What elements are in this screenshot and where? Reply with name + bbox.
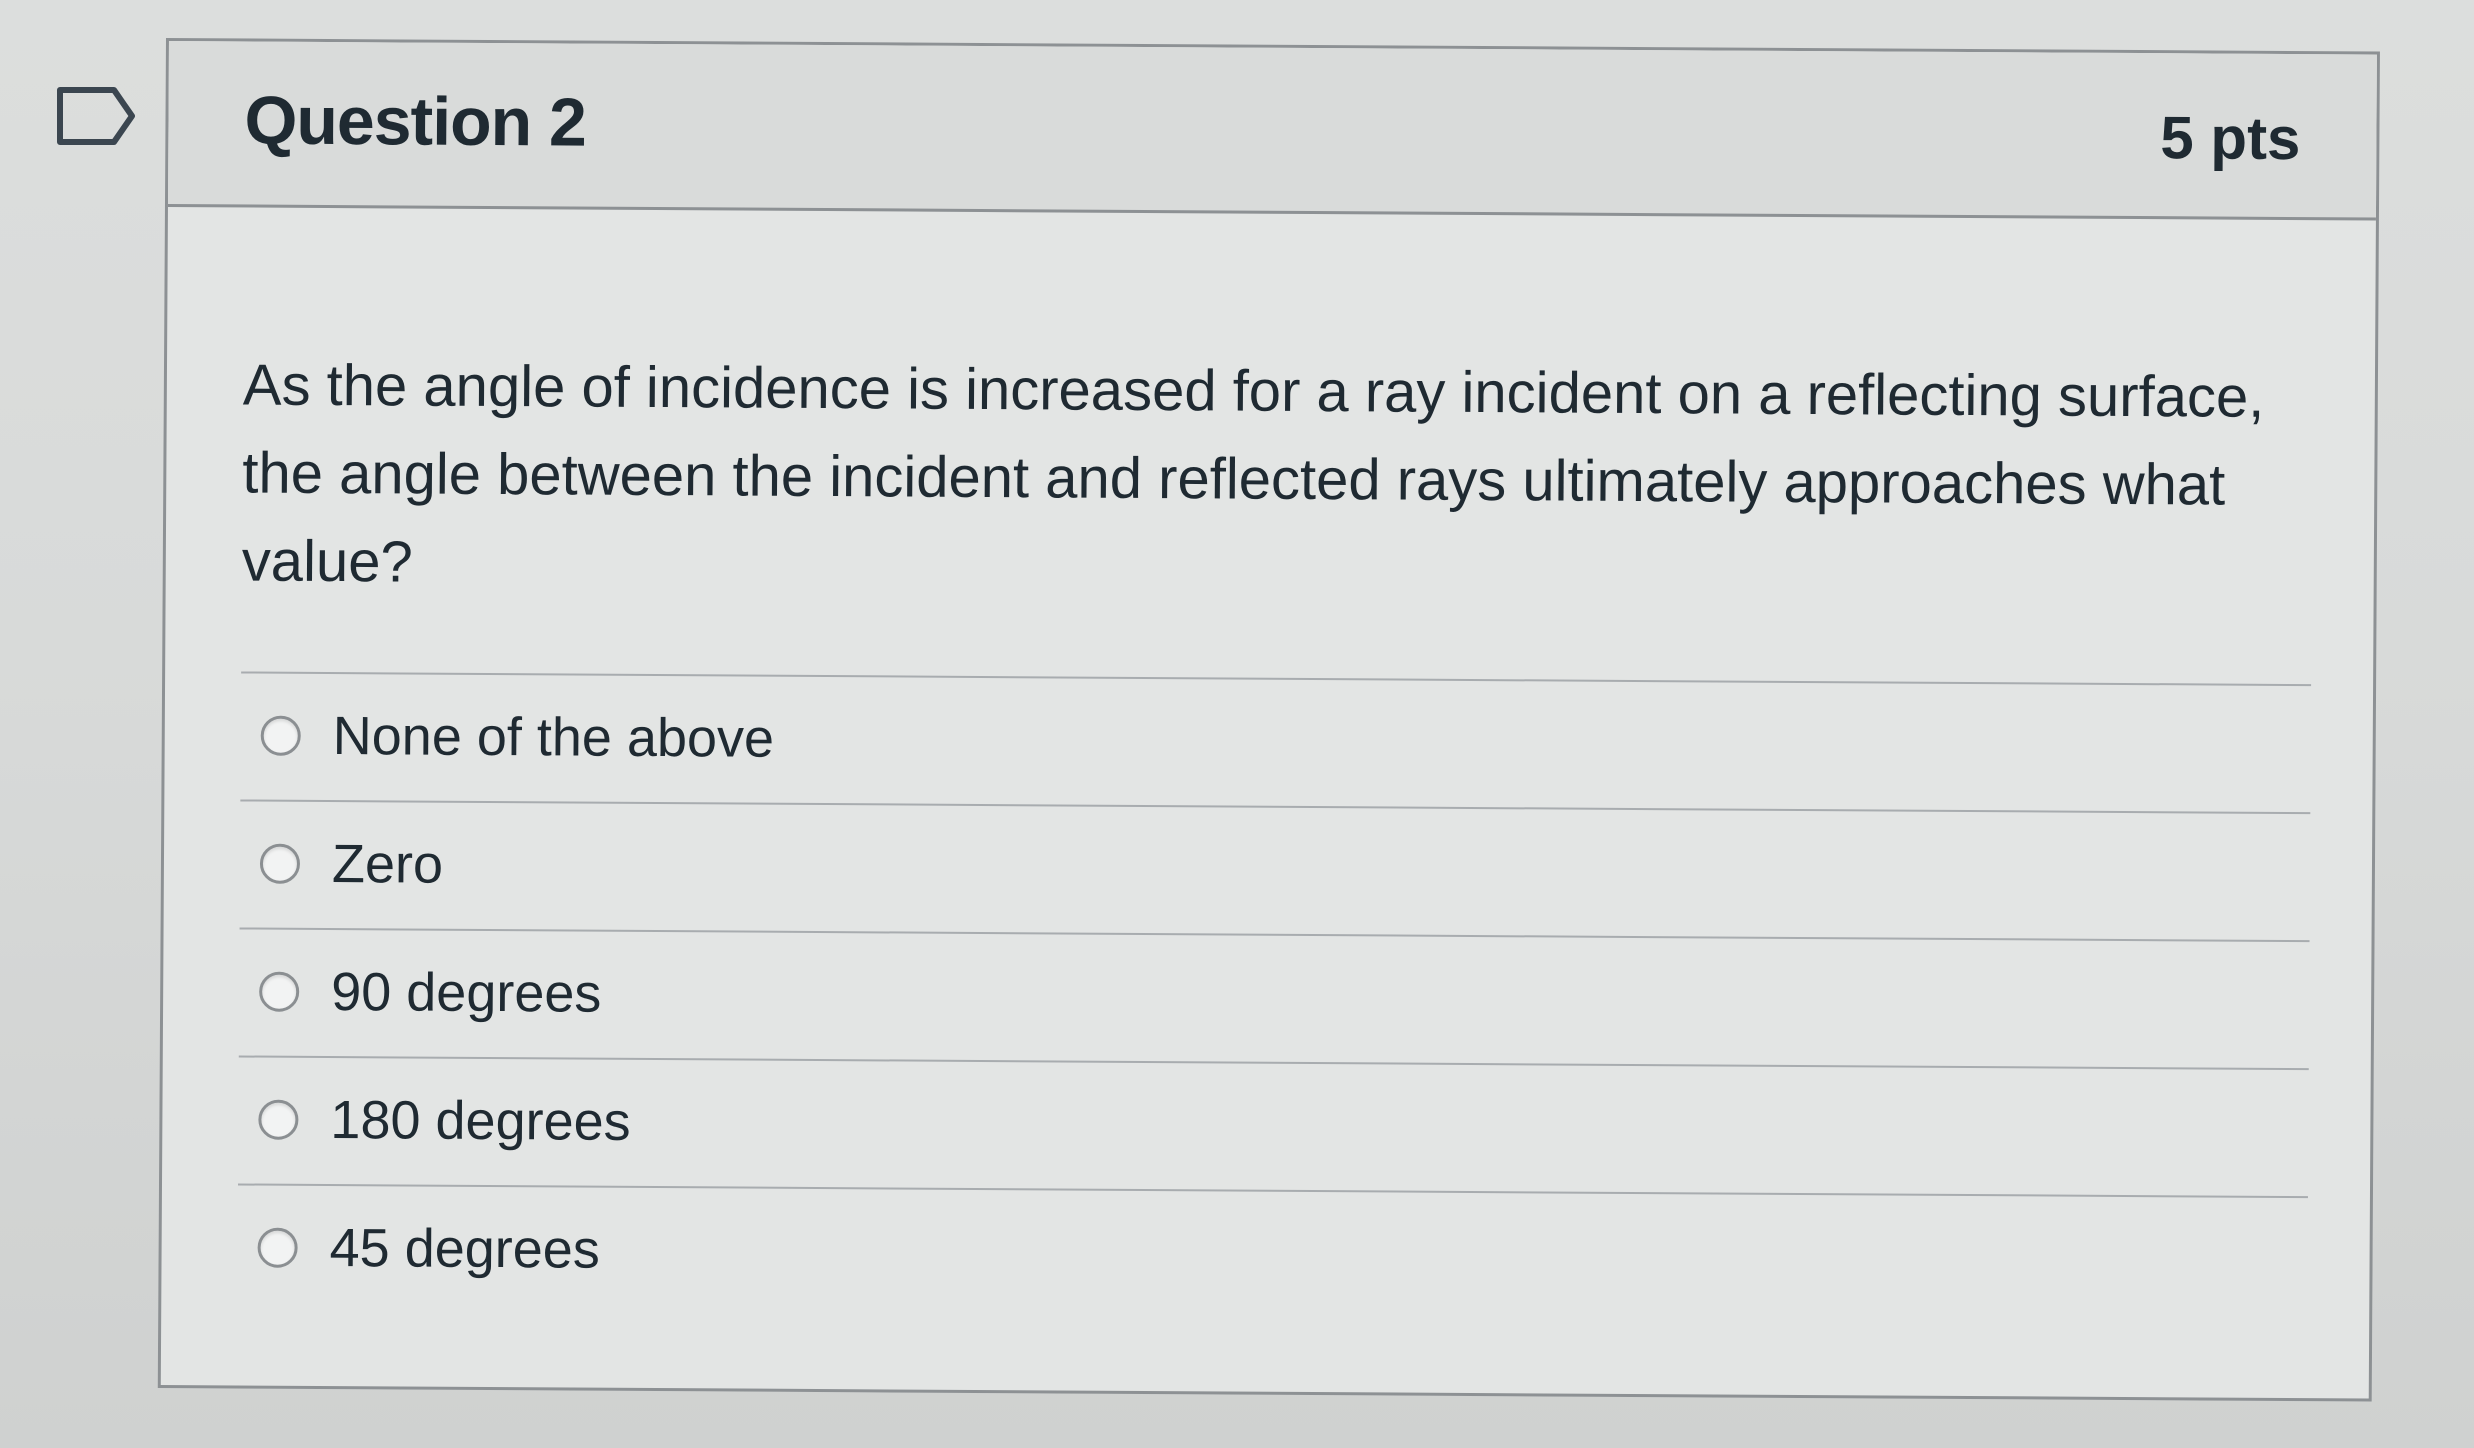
question-title: Question 2 <box>244 82 587 161</box>
answer-option-45-degrees[interactable]: 45 degrees <box>237 1185 2308 1326</box>
radio-button[interactable] <box>260 715 301 756</box>
answer-option-none-of-the-above[interactable]: None of the above <box>240 673 2312 815</box>
question-points: 5 pts <box>2160 104 2301 173</box>
radio-button[interactable] <box>258 1099 299 1140</box>
answer-label[interactable]: None of the above <box>333 704 775 771</box>
radio-button[interactable] <box>257 1227 298 1268</box>
answer-option-zero[interactable]: Zero <box>239 801 2311 943</box>
flag-question-icon[interactable] <box>56 86 136 146</box>
question-text: As the angle of incidence is increased f… <box>241 352 2265 595</box>
answer-label[interactable]: Zero <box>332 832 443 897</box>
question-header: Question 2 5 pts <box>167 41 2377 221</box>
answer-option-90-degrees[interactable]: 90 degrees <box>238 929 2310 1071</box>
answer-list: None of the above Zero 90 degrees 180 de… <box>237 671 2312 1327</box>
answer-label[interactable]: 90 degrees <box>331 960 602 1026</box>
answer-label[interactable]: 45 degrees <box>329 1216 600 1282</box>
radio-button[interactable] <box>259 971 300 1012</box>
answer-option-180-degrees[interactable]: 180 degrees <box>237 1057 2309 1199</box>
answer-label[interactable]: 180 degrees <box>330 1088 631 1154</box>
question-card: Question 2 5 pts As the angle of inciden… <box>157 38 2380 1402</box>
radio-button[interactable] <box>259 843 301 884</box>
